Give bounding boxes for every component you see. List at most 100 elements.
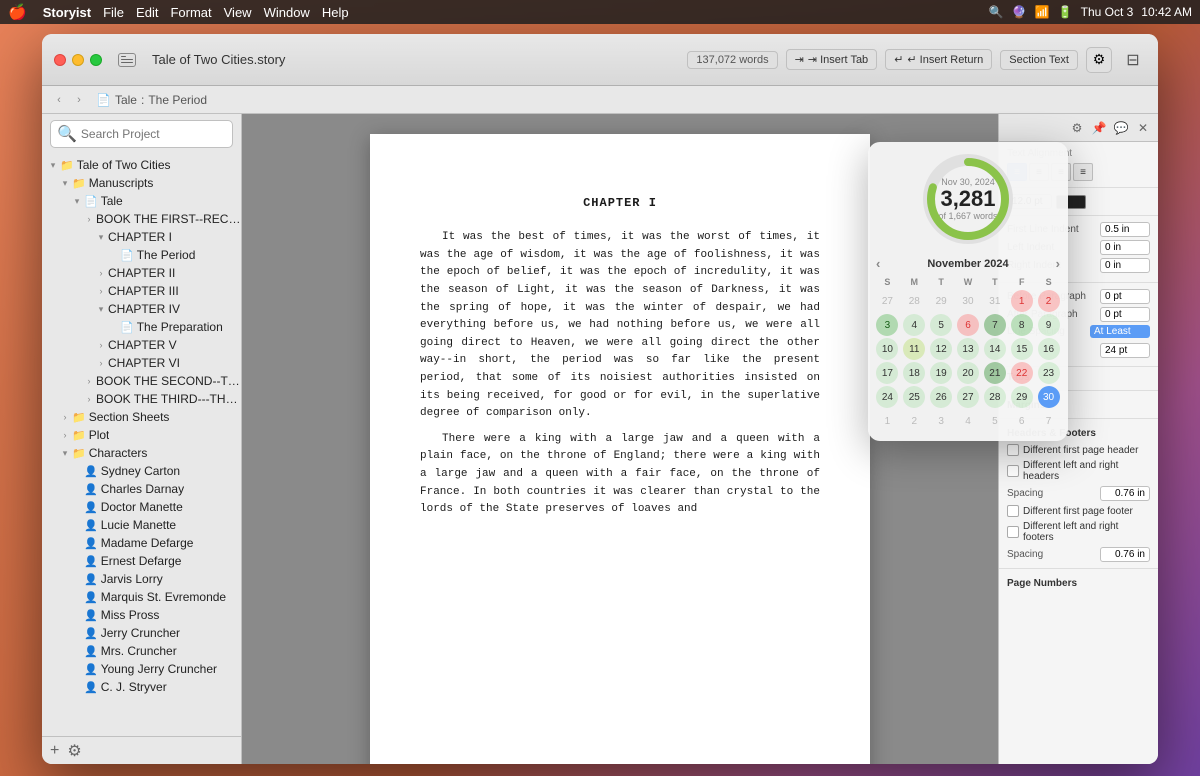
tree-item-chapter-2[interactable]: CHAPTER II	[42, 264, 241, 282]
panel-close-icon[interactable]: ✕	[1134, 119, 1152, 137]
diff-lr-headers-checkbox[interactable]	[1007, 465, 1019, 477]
cal-day-cell[interactable]: 9	[1038, 314, 1060, 336]
cal-day-cell[interactable]: 2	[1038, 290, 1060, 312]
tree-item-lucie-manette[interactable]: 👤Lucie Manette	[42, 516, 241, 534]
format-menu[interactable]: Format	[170, 5, 211, 20]
tree-item-book-first[interactable]: BOOK THE FIRST--RECALLED...	[42, 210, 241, 228]
cal-day-cell[interactable]: 29	[1011, 386, 1033, 408]
cal-day-cell[interactable]: 30	[1038, 386, 1060, 408]
tree-item-tale-of-two-cities[interactable]: 📁Tale of Two Cities	[42, 156, 241, 174]
tree-item-jarvis-lorry[interactable]: 👤Jarvis Lorry	[42, 570, 241, 588]
panel-pin-icon[interactable]: 📌	[1090, 119, 1108, 137]
minimize-button[interactable]	[72, 54, 84, 66]
panel-settings-icon[interactable]: ⚙	[1068, 119, 1086, 137]
cal-day-cell[interactable]: 15	[1011, 338, 1033, 360]
tree-item-chapter-1[interactable]: CHAPTER I	[42, 228, 241, 246]
diff-first-page-footer-checkbox[interactable]	[1007, 505, 1019, 517]
cal-day-cell[interactable]: 6	[1011, 410, 1033, 432]
add-item-button[interactable]: +	[50, 742, 59, 760]
first-line-indent-value[interactable]: 0.5 in	[1100, 222, 1150, 237]
spacing-footer-value[interactable]: 0.76 in	[1100, 547, 1150, 562]
breadcrumb-section1[interactable]: Tale	[115, 93, 137, 107]
view-menu[interactable]: View	[224, 5, 252, 20]
cal-day-cell[interactable]: 21	[984, 362, 1006, 384]
tree-item-tale[interactable]: 📄Tale	[42, 192, 241, 210]
tree-item-jerry-cruncher[interactable]: 👤Jerry Cruncher	[42, 624, 241, 642]
cal-day-cell[interactable]: 16	[1038, 338, 1060, 360]
cal-day-cell[interactable]: 8	[1011, 314, 1033, 336]
cal-day-cell[interactable]: 26	[930, 386, 952, 408]
tree-item-mrs-cruncher[interactable]: 👤Mrs. Cruncher	[42, 642, 241, 660]
file-menu[interactable]: File	[103, 5, 124, 20]
sidebar-search-input[interactable]	[81, 127, 226, 141]
tree-item-plot[interactable]: 📁Plot	[42, 426, 241, 444]
cal-day-cell[interactable]: 28	[984, 386, 1006, 408]
tree-item-miss-pross[interactable]: 👤Miss Pross	[42, 606, 241, 624]
cal-day-cell[interactable]: 14	[984, 338, 1006, 360]
maximize-button[interactable]	[90, 54, 102, 66]
cal-day-cell[interactable]: 1	[1011, 290, 1033, 312]
tree-item-chapter-3[interactable]: CHAPTER III	[42, 282, 241, 300]
cal-day-cell[interactable]: 30	[957, 290, 979, 312]
tree-item-book-third[interactable]: BOOK THE THIRD---THE TRAC...	[42, 390, 241, 408]
tree-item-chapter-4[interactable]: CHAPTER IV	[42, 300, 241, 318]
tree-item-doctor-manette[interactable]: 👤Doctor Manette	[42, 498, 241, 516]
settings-icon[interactable]: ⚙	[67, 741, 81, 761]
cal-day-cell[interactable]: 7	[984, 314, 1006, 336]
tree-item-section-sheets[interactable]: 📁Section Sheets	[42, 408, 241, 426]
edit-menu[interactable]: Edit	[136, 5, 158, 20]
breadcrumb-section2[interactable]: The Period	[148, 93, 207, 107]
cal-day-cell[interactable]: 22	[1011, 362, 1033, 384]
insert-return-button[interactable]: ↵ ↵ Insert Return	[885, 49, 992, 70]
section-text-button[interactable]: Section Text	[1000, 50, 1078, 70]
cal-day-cell[interactable]: 7	[1038, 410, 1060, 432]
line-spacing-pt-value[interactable]: 24 pt	[1100, 343, 1150, 358]
cal-day-cell[interactable]: 13	[957, 338, 979, 360]
tree-item-madame-defarge[interactable]: 👤Madame Defarge	[42, 534, 241, 552]
right-indent-value[interactable]: 0 in	[1100, 258, 1150, 273]
tree-item-cj-stryver[interactable]: 👤C. J. Stryver	[42, 678, 241, 696]
cal-day-cell[interactable]: 27	[957, 386, 979, 408]
tree-item-marquis-st-evremonde[interactable]: 👤Marquis St. Evremonde	[42, 588, 241, 606]
cal-day-cell[interactable]: 10	[876, 338, 898, 360]
cal-day-cell[interactable]: 5	[984, 410, 1006, 432]
spacing-header-value[interactable]: 0.76 in	[1100, 486, 1150, 501]
cal-day-cell[interactable]: 2	[903, 410, 925, 432]
cal-day-cell[interactable]: 25	[903, 386, 925, 408]
cal-day-cell[interactable]: 4	[903, 314, 925, 336]
cal-day-cell[interactable]: 4	[957, 410, 979, 432]
cal-day-cell[interactable]: 31	[984, 290, 1006, 312]
help-menu[interactable]: Help	[322, 5, 349, 20]
tree-item-book-second[interactable]: BOOK THE SECOND--THE GOL...	[42, 372, 241, 390]
cal-day-cell[interactable]: 17	[876, 362, 898, 384]
cal-prev-button[interactable]: ‹	[876, 256, 880, 271]
left-indent-value[interactable]: 0 in	[1100, 240, 1150, 255]
app-menu[interactable]: Storyist	[43, 5, 91, 20]
tree-item-chapter-5[interactable]: CHAPTER V	[42, 336, 241, 354]
after-paragraph-value[interactable]: 0 pt	[1100, 307, 1150, 322]
tree-item-manuscripts[interactable]: 📁Manuscripts	[42, 174, 241, 192]
sidebar-toggle-button[interactable]	[118, 53, 136, 67]
before-paragraph-value[interactable]: 0 pt	[1100, 289, 1150, 304]
nav-back-button[interactable]: ‹	[50, 91, 68, 109]
cal-day-cell[interactable]: 19	[930, 362, 952, 384]
insert-tab-button[interactable]: ⇥ ⇥ Insert Tab	[786, 49, 878, 70]
cal-day-cell[interactable]: 6	[957, 314, 979, 336]
tree-item-charles-darnay[interactable]: 👤Charles Darnay	[42, 480, 241, 498]
tree-item-ernest-defarge[interactable]: 👤Ernest Defarge	[42, 552, 241, 570]
siri-icon[interactable]: 🔮	[1012, 5, 1027, 19]
tree-item-young-jerry-cruncher[interactable]: 👤Young Jerry Cruncher	[42, 660, 241, 678]
cal-day-cell[interactable]: 5	[930, 314, 952, 336]
cal-next-button[interactable]: ›	[1056, 256, 1060, 271]
tree-item-chapter-6[interactable]: CHAPTER VI	[42, 354, 241, 372]
diff-lr-footers-checkbox[interactable]	[1007, 526, 1019, 538]
tree-item-the-period[interactable]: 📄The Period	[42, 246, 241, 264]
cal-day-cell[interactable]: 27	[876, 290, 898, 312]
cal-day-cell[interactable]: 3	[876, 314, 898, 336]
cal-day-cell[interactable]: 20	[957, 362, 979, 384]
gear-button[interactable]: ⚙	[1086, 47, 1112, 73]
nav-forward-button[interactable]: ›	[70, 91, 88, 109]
cal-day-cell[interactable]: 23	[1038, 362, 1060, 384]
tree-item-sydney-carton[interactable]: 👤Sydney Carton	[42, 462, 241, 480]
apple-menu[interactable]: 🍎	[8, 3, 27, 21]
